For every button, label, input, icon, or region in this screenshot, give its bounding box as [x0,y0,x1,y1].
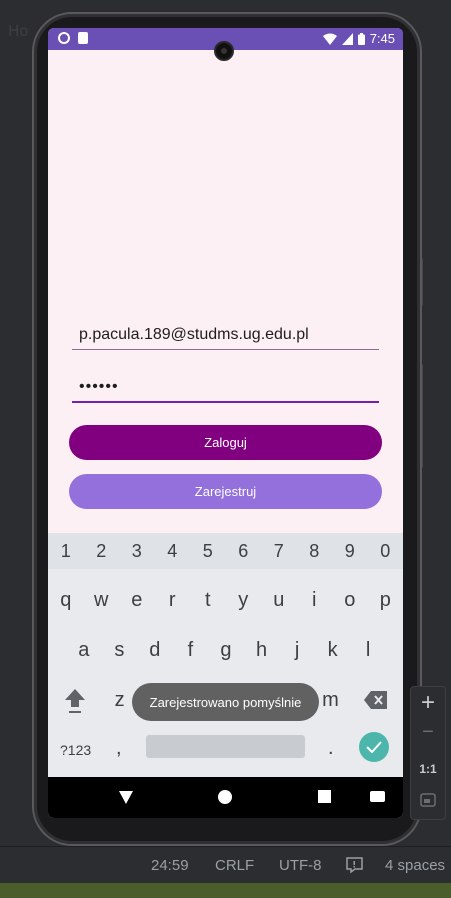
key[interactable]: u [269,589,289,612]
indent-setting[interactable]: 4 spaces [385,857,445,874]
cursor-position[interactable]: 24:59 [151,857,189,874]
key[interactable]: 0 [375,541,395,562]
key[interactable]: t [198,589,218,612]
key[interactable]: d [145,639,165,662]
ide-bottom-strip [0,883,451,898]
enter-key[interactable] [359,732,389,762]
keyboard-switch-icon[interactable] [370,791,385,802]
actual-size-button[interactable]: 1:1 [411,762,445,776]
key[interactable]: o [340,589,360,612]
key[interactable]: r [162,589,182,612]
sd-card-icon [78,32,88,44]
key[interactable]: 3 [127,541,147,562]
ide-editor-text: Ho [8,22,29,40]
file-encoding[interactable]: UTF-8 [279,857,322,874]
notification-icon[interactable] [346,857,363,873]
password-input[interactable]: •••••• [72,378,379,403]
key[interactable]: m [320,689,340,712]
front-camera [214,41,234,61]
key[interactable]: e [127,589,147,612]
zoom-out-button[interactable]: − [411,721,445,744]
key[interactable]: 1 [56,541,76,562]
key[interactable]: 5 [198,541,218,562]
key[interactable]: i [304,589,324,612]
back-icon[interactable] [119,791,133,804]
key[interactable]: f [180,639,200,662]
key[interactable]: w [91,589,111,612]
line-ending[interactable]: CRLF [215,857,254,874]
status-time: 7:45 [369,31,395,46]
comma-key[interactable]: , [116,737,122,760]
keyboard-row-1: q w e r t y u i o p [48,585,403,615]
notification-icon [58,32,70,44]
key[interactable]: z [110,689,130,712]
key[interactable]: j [287,639,307,662]
key[interactable]: y [233,589,253,612]
key[interactable]: 4 [162,541,182,562]
key[interactable]: l [358,639,378,662]
zoom-in-button[interactable]: + [411,689,445,717]
key[interactable]: s [109,639,129,662]
home-icon[interactable] [218,790,232,804]
toast-message: Zarejestrowano pomyślnie [132,683,319,721]
android-nav-bar [48,777,403,818]
wifi-icon [322,33,337,45]
recents-icon[interactable] [318,790,331,803]
checkmark-icon [366,741,382,753]
key[interactable]: a [74,639,94,662]
soft-keyboard: 1 2 3 4 5 6 7 8 9 0 q w e r t y u i o p … [48,533,403,777]
keyboard-number-row: 1 2 3 4 5 6 7 8 9 0 [48,533,403,569]
keyboard-row-2: a s d f g h j k l [66,635,386,665]
ide-status-bar: 24:59 CRLF UTF-8 4 spaces [0,846,451,884]
key[interactable]: 7 [269,541,289,562]
shift-icon[interactable] [64,685,86,715]
key[interactable]: 8 [304,541,324,562]
email-input[interactable]: p.pacula.189@studms.ug.edu.pl [72,326,379,350]
key[interactable]: 2 [91,541,111,562]
key[interactable]: h [252,639,272,662]
key[interactable]: q [56,589,76,612]
battery-icon [357,32,365,45]
register-button[interactable]: Zarejestruj [69,474,382,509]
emulator-zoom-toolbar: + − 1:1 [410,686,446,820]
space-key[interactable] [146,735,305,758]
symbols-key[interactable]: ?123 [60,742,91,758]
key[interactable]: 9 [340,541,360,562]
key[interactable]: p [375,589,395,612]
login-button[interactable]: Zaloguj [69,425,382,460]
key[interactable]: g [216,639,236,662]
key[interactable]: k [323,639,343,662]
period-key[interactable]: . [328,737,334,760]
phone-screen[interactable]: 7:45 p.pacula.189@studms.ug.edu.pl •••••… [48,28,403,818]
backspace-icon[interactable] [364,689,388,711]
key[interactable]: 6 [233,541,253,562]
signal-icon [341,32,353,45]
fit-screen-icon[interactable] [420,793,436,807]
